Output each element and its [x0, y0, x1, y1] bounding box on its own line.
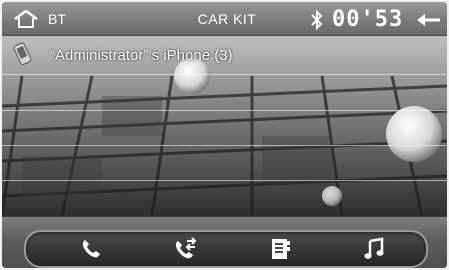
back-button[interactable] — [414, 11, 442, 29]
phone-icon — [13, 42, 32, 66]
music-button[interactable] — [344, 232, 404, 266]
list-divider — [2, 110, 447, 111]
top-bar: BT CAR KIT 00'53 — [2, 2, 447, 36]
home-icon — [14, 9, 38, 28]
call-timer: 00'53 — [332, 7, 404, 32]
call-icon — [82, 240, 100, 258]
device-name: “Administrator”‘s iPhone (3) — [50, 47, 233, 64]
list-divider — [2, 180, 447, 181]
connected-device-row[interactable]: “Administrator”‘s iPhone (3) — [2, 38, 447, 74]
contacts-book-icon — [272, 239, 290, 259]
list-divider — [2, 145, 447, 146]
bluetooth-icon — [311, 9, 323, 31]
call-transfer-button[interactable] — [156, 232, 216, 266]
contacts-button[interactable] — [250, 232, 310, 266]
action-pill — [24, 230, 428, 268]
home-button[interactable] — [12, 8, 40, 30]
back-arrow-icon — [417, 14, 440, 26]
car-kit-screen: BT CAR KIT 00'53 “Administrator”‘s iPhon… — [2, 2, 447, 268]
mode-label: BT — [48, 11, 66, 27]
music-note-icon — [364, 237, 384, 259]
list-divider — [2, 74, 447, 75]
bottom-toolbar — [2, 216, 447, 268]
call-transfer-icon — [175, 237, 197, 259]
page-title: CAR KIT — [197, 11, 257, 27]
call-button[interactable] — [61, 232, 121, 266]
